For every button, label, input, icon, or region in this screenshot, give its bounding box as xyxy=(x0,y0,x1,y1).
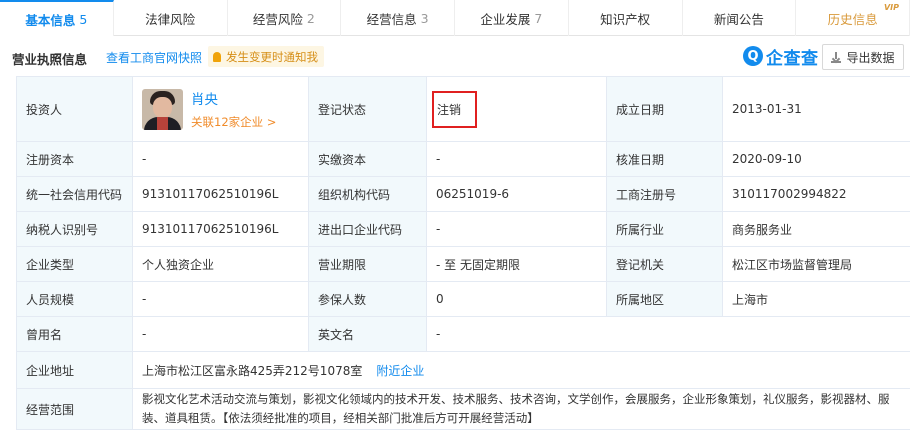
avatar[interactable] xyxy=(142,88,183,130)
biz-reg-no-label: 工商注册号 xyxy=(606,176,723,212)
tab-count: 7 xyxy=(534,10,543,26)
investor-cell: 肖央 关联12家企业 > xyxy=(132,76,309,142)
term-label: 营业期限 xyxy=(308,246,427,282)
term-value: - 至 无固定期限 xyxy=(426,246,607,282)
tab-bar: 基本信息 5 法律风险 经营风险 2 经营信息 3 企业发展 7 知识产权 新闻公告 历… xyxy=(0,0,910,36)
investor-name-link[interactable]: 肖央 xyxy=(191,88,276,108)
org-code-value: 06251019-6 xyxy=(426,176,607,212)
table-row: 经营范围 影视文化艺术活动交流与策划，影视文化领域内的技术开发、技术服务、技术咨… xyxy=(16,388,910,430)
paid-capital-label: 实缴资本 xyxy=(308,141,427,177)
approve-date-label: 核准日期 xyxy=(606,141,723,177)
tab-label: 企业发展 xyxy=(480,11,531,27)
org-code-label: 组织机构代码 xyxy=(308,176,427,212)
region-label: 所属地区 xyxy=(606,281,723,317)
tab-label: 知识产权 xyxy=(600,11,651,27)
address-cell: 上海市松江区富永路425弄212号1078室 附近企业 xyxy=(132,351,910,389)
table-row: 企业类型 个人独资企业 营业期限 - 至 无固定期限 登记机关 松江区市场监督管… xyxy=(16,246,910,282)
snapshot-link[interactable]: 查看工商官网快照 xyxy=(106,49,202,66)
staff-size-label: 人员规模 xyxy=(16,281,133,317)
table-row: 投资人 肖央 关联12家企业 > 登记状态 注销 成立日期 2013-01-31 xyxy=(16,76,910,142)
tab-label: 历史信息 xyxy=(827,11,878,27)
region-value: 上海市 xyxy=(722,281,910,317)
found-date-value: 2013-01-31 xyxy=(722,76,910,142)
vip-badge: VIP xyxy=(883,3,899,12)
tab-legal-risk[interactable]: 法律风险 xyxy=(114,0,228,36)
former-name-label: 曾用名 xyxy=(16,316,133,352)
tab-count: 3 xyxy=(420,10,429,26)
address-value: 上海市松江区富永路425弄212号1078室 xyxy=(142,363,363,378)
brand-q-icon: Q xyxy=(743,46,763,66)
taxpayer-id-value: 91310117062510196L xyxy=(132,211,309,247)
english-name-label: 英文名 xyxy=(308,316,427,352)
notify-button[interactable]: 发生变更时通知我 xyxy=(208,46,324,67)
industry-label: 所属行业 xyxy=(606,211,723,247)
tab-ip[interactable]: 知识产权 xyxy=(569,0,683,36)
brand-text: 企查查 xyxy=(766,48,819,69)
reg-capital-value: - xyxy=(132,141,309,177)
reg-capital-label: 注册资本 xyxy=(16,141,133,177)
scope-label: 经营范围 xyxy=(16,388,133,430)
tab-operating-info[interactable]: 经营信息 3 xyxy=(341,0,455,36)
import-export-label: 进出口企业代码 xyxy=(308,211,427,247)
tab-label: 法律风险 xyxy=(145,11,196,27)
tab-basic-info[interactable]: 基本信息 5 xyxy=(0,0,114,36)
export-label: 导出数据 xyxy=(846,50,895,65)
table-row: 统一社会信用代码 91310117062510196L 组织机构代码 06251… xyxy=(16,176,910,212)
table-row: 注册资本 - 实缴资本 - 核准日期 2020-09-10 xyxy=(16,141,910,177)
english-name-value: - xyxy=(426,316,910,352)
reg-authority-value: 松江区市场监督管理局 xyxy=(722,246,910,282)
tab-history[interactable]: 历史信息 VIP xyxy=(796,0,910,36)
taxpayer-id-label: 纳税人识别号 xyxy=(16,211,133,247)
paid-capital-value: - xyxy=(426,141,607,177)
tab-news[interactable]: 新闻公告 xyxy=(683,0,797,36)
table-row: 曾用名 - 英文名 - xyxy=(16,316,910,352)
tab-development[interactable]: 企业发展 7 xyxy=(455,0,569,36)
biz-reg-no-value: 310117002994822 xyxy=(722,176,910,212)
brand-logo: Q 企查查 xyxy=(743,45,819,69)
bell-icon xyxy=(213,51,221,62)
reg-authority-label: 登记机关 xyxy=(606,246,723,282)
tab-label: 基本信息 xyxy=(25,12,76,28)
insured-label: 参保人数 xyxy=(308,281,427,317)
tab-operating-risk[interactable]: 经营风险 2 xyxy=(228,0,342,36)
table-row: 企业地址 上海市松江区富永路425弄212号1078室 附近企业 xyxy=(16,351,910,389)
table-row: 纳税人识别号 91310117062510196L 进出口企业代码 - 所属行业… xyxy=(16,211,910,247)
table-row: 人员规模 - 参保人数 0 所属地区 上海市 xyxy=(16,281,910,317)
tab-label: 新闻公告 xyxy=(713,11,764,27)
section-title: 营业执照信息 xyxy=(12,52,88,67)
section-header: 营业执照信息 查看工商官网快照 发生变更时通知我 Q 企查查 导出数据 xyxy=(0,36,910,78)
company-type-label: 企业类型 xyxy=(16,246,133,282)
notify-label: 发生变更时通知我 xyxy=(226,49,318,64)
import-export-value: - xyxy=(426,211,607,247)
approve-date-value: 2020-09-10 xyxy=(722,141,910,177)
credit-code-label: 统一社会信用代码 xyxy=(16,176,133,212)
scope-cell: 影视文化艺术活动交流与策划，影视文化领域内的技术开发、技术服务、技术咨询，文学创… xyxy=(132,388,910,430)
download-icon xyxy=(831,51,842,63)
staff-size-value: - xyxy=(132,281,309,317)
business-license-table: 投资人 肖央 关联12家企业 > 登记状态 注销 成立日期 2013-01-31… xyxy=(16,76,910,430)
status-badge: 注销 xyxy=(432,90,478,128)
export-button[interactable]: 导出数据 xyxy=(822,44,904,70)
tab-count: 5 xyxy=(79,11,88,27)
credit-code-value: 91310117062510196L xyxy=(132,176,309,212)
nearby-companies-link[interactable]: 附近企业 xyxy=(376,364,424,378)
company-type-value: 个人独资企业 xyxy=(132,246,309,282)
tab-label: 经营信息 xyxy=(366,11,417,27)
industry-value: 商务服务业 xyxy=(722,211,910,247)
related-companies-link[interactable]: 关联12家企业 > xyxy=(191,115,276,129)
reg-status-cell: 注销 xyxy=(426,76,607,142)
insured-value: 0 xyxy=(426,281,607,317)
address-label: 企业地址 xyxy=(16,351,133,389)
tab-label: 经营风险 xyxy=(252,11,303,27)
reg-status-label: 登记状态 xyxy=(308,76,427,142)
scope-value: 影视文化艺术活动交流与策划，影视文化领域内的技术开发、技术服务、技术咨询，文学创… xyxy=(142,392,890,425)
tab-count: 2 xyxy=(306,10,315,26)
former-name-value: - xyxy=(132,316,309,352)
investor-label: 投资人 xyxy=(16,76,133,142)
found-date-label: 成立日期 xyxy=(606,76,723,142)
